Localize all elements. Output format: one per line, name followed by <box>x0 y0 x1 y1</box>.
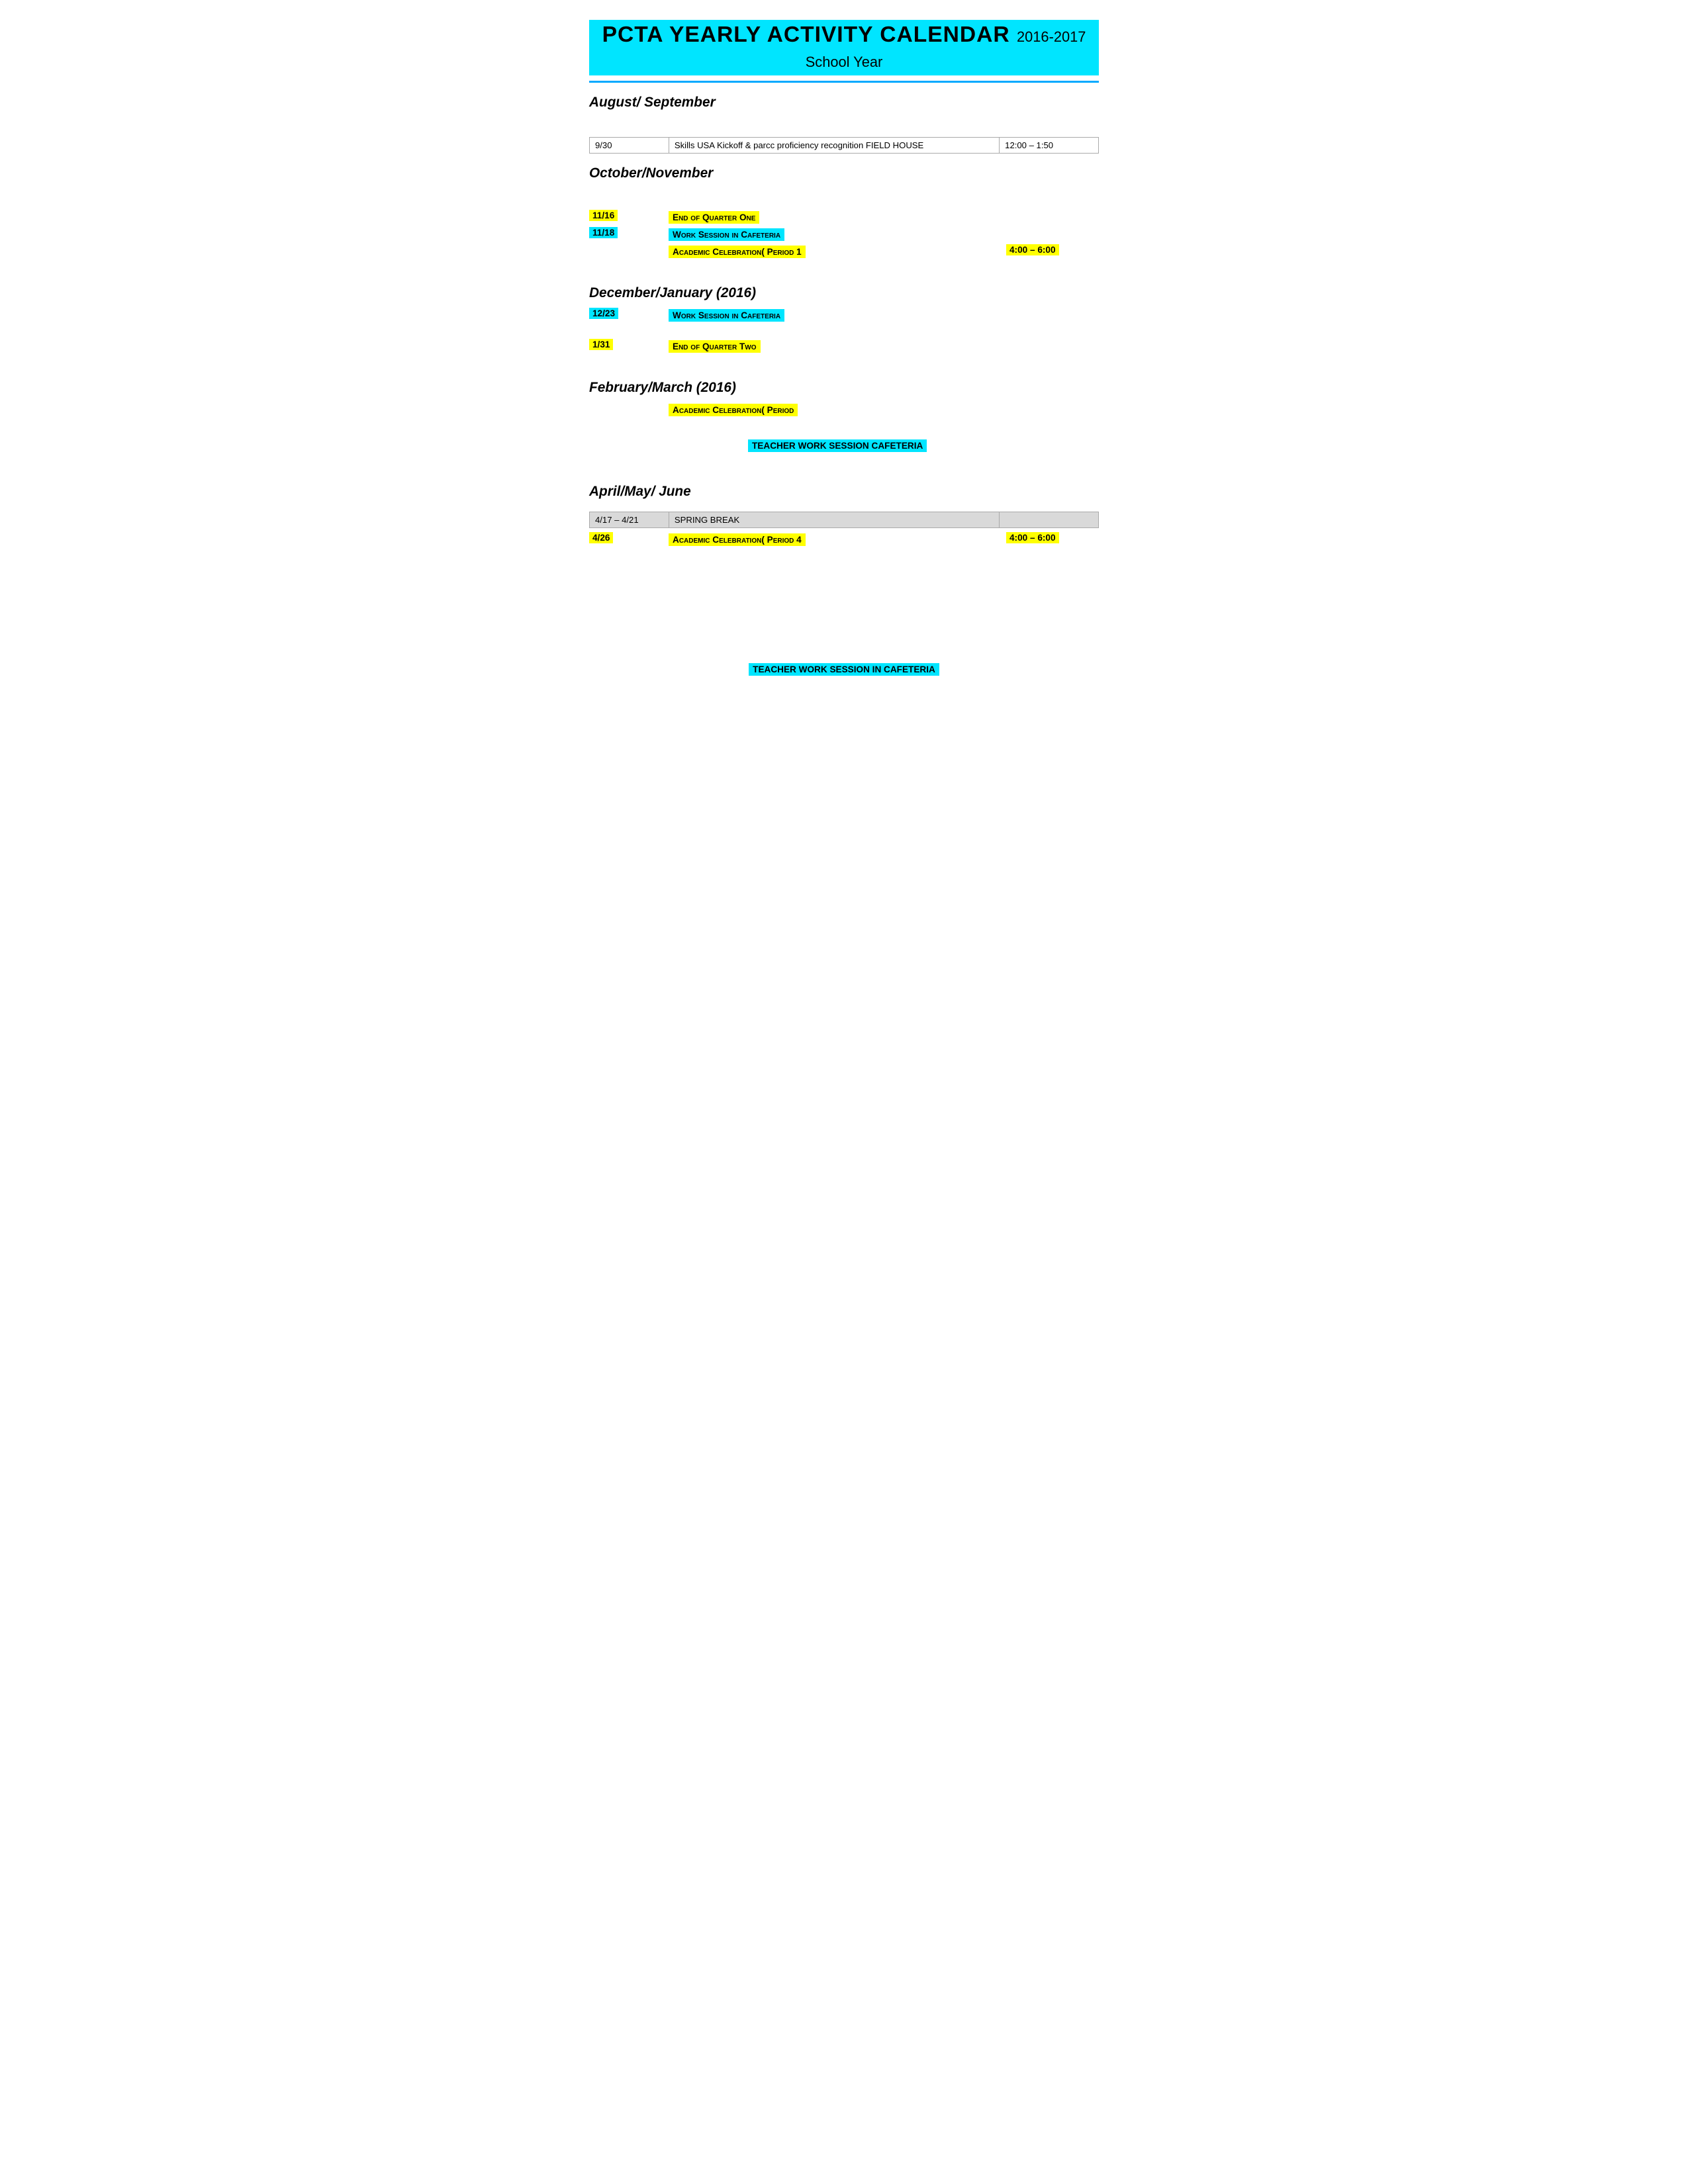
event-description: End of Quarter One <box>669 210 1000 225</box>
bottom-teacher-work: TEACHER WORK SESSION IN CAFETERIA <box>749 663 939 676</box>
event-description: Academic Celebration( Period 4 <box>669 532 1000 547</box>
event-row-acad1: Academic Celebration( Period 1 4:00 – 6:… <box>589 244 1099 259</box>
teacher-work-session: TEACHER WORK SESSION CAFETERIA <box>748 439 927 452</box>
event-description: Work Session in Cafeteria <box>669 227 1000 242</box>
event-date: 11/18 <box>589 227 669 239</box>
date-highlight: 1/31 <box>589 339 613 350</box>
page-title: PCTA YEARLY ACTIVITY CALENDAR 2016-2017 … <box>589 20 1099 75</box>
event-description: Skills USA Kickoff & parcc proficiency r… <box>669 138 999 154</box>
event-row-1116: 11/16 End of Quarter One <box>589 210 1099 225</box>
section-oct-nov: October/November <box>589 165 1099 181</box>
desc-highlight: Work Session in Cafeteria <box>669 228 784 241</box>
section-aug-sep: August/ September <box>589 95 1099 111</box>
time-highlight: 4:00 – 6:00 <box>1006 244 1059 255</box>
table-row-spring-break: 4/17 – 4/21 SPRING BREAK <box>590 512 1099 528</box>
event-date: 4/17 – 4/21 <box>590 512 669 528</box>
event-time <box>1000 512 1099 528</box>
section-dec-jan: December/January (2016) <box>589 285 1099 301</box>
desc-highlight: Academic Celebration( Period <box>669 404 798 416</box>
event-description: Academic Celebration( Period 1 <box>669 244 1000 259</box>
event-row-131: 1/31 End of Quarter Two <box>589 339 1099 354</box>
date-highlight: 12/23 <box>589 308 618 319</box>
title-divider <box>589 81 1099 83</box>
event-description: End of Quarter Two <box>669 339 1000 354</box>
event-description: SPRING BREAK <box>669 512 999 528</box>
title-text: PCTA YEARLY ACTIVITY CALENDAR <box>602 23 1010 47</box>
event-row-426: 4/26 Academic Celebration( Period 4 4:00… <box>589 532 1099 547</box>
date-highlight: 4/26 <box>589 532 613 543</box>
table-row: 9/30 Skills USA Kickoff & parcc proficie… <box>590 138 1099 154</box>
desc-highlight: End of Quarter Two <box>669 340 761 353</box>
desc-highlight: End of Quarter One <box>669 211 759 224</box>
desc-highlight: Academic Celebration( Period 1 <box>669 246 806 258</box>
bottom-event: TEACHER WORK SESSION IN CAFETERIA <box>589 662 1099 677</box>
event-time: 12:00 – 1:50 <box>1000 138 1099 154</box>
event-time: 4:00 – 6:00 <box>1000 244 1099 256</box>
section-feb-mar: February/March (2016) <box>589 380 1099 396</box>
event-date: 1/31 <box>589 339 669 351</box>
event-acad-period: Academic Celebration( Period <box>669 402 1099 418</box>
event-table-sep: 9/30 Skills USA Kickoff & parcc proficie… <box>589 137 1099 154</box>
section-apr-jun: April/May/ June <box>589 484 1099 500</box>
event-date: 4/26 <box>589 532 669 544</box>
desc-highlight: Academic Celebration( Period 4 <box>669 533 806 546</box>
page-header: PCTA YEARLY ACTIVITY CALENDAR 2016-2017 … <box>589 20 1099 75</box>
event-description: Work Session in Cafeteria <box>669 308 1000 323</box>
time-highlight: 4:00 – 6:00 <box>1006 532 1059 543</box>
event-date: 12/23 <box>589 308 669 320</box>
event-date: 11/16 <box>589 210 669 222</box>
desc-highlight: Work Session in Cafeteria <box>669 309 784 322</box>
event-time: 4:00 – 6:00 <box>1000 532 1099 544</box>
event-row-1223: 12/23 Work Session in Cafeteria <box>589 308 1099 323</box>
event-row-1118: 11/18 Work Session in Cafeteria <box>589 227 1099 242</box>
date-highlight: 11/18 <box>589 227 618 238</box>
event-table-spring: 4/17 – 4/21 SPRING BREAK <box>589 512 1099 528</box>
event-date: 9/30 <box>590 138 669 154</box>
date-highlight: 11/16 <box>589 210 618 221</box>
